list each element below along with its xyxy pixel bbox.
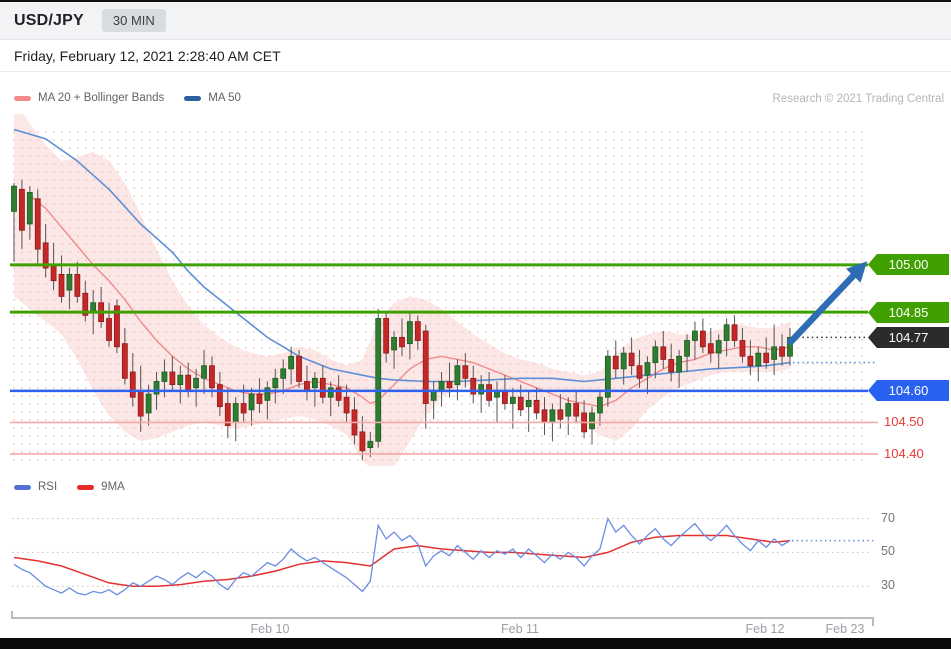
price-label-104-85: 104.85 (868, 302, 949, 323)
legend-swatch (77, 484, 95, 490)
x-axis-label-feb-12: Feb 12 (745, 622, 785, 636)
rsi-gridlines (12, 517, 872, 587)
rsi-tick-50: 50 (881, 544, 895, 558)
indicator-legend: RSI 9MA (14, 481, 125, 493)
rsi-tick-70: 70 (881, 511, 895, 525)
x-axis-label-feb-10: Feb 10 (250, 622, 290, 636)
bollinger-band-area (14, 114, 790, 466)
price-label-104-40: 104.40 (884, 446, 924, 461)
legend-label: 9MA (101, 481, 125, 493)
legend-item-9ma: 9MA (77, 481, 125, 493)
x-axis-label-feb-11: Feb 11 (501, 622, 539, 636)
legend-item-rsi: RSI (14, 481, 57, 493)
trading-central-chart-widget: USD/JPY 30 MIN Friday, February 12, 2021… (0, 0, 951, 649)
price-label-105-00: 105.00 (868, 254, 949, 275)
x-axis-label-feb-23: Feb 23 (825, 622, 865, 636)
forecast-axis-bracket (11, 611, 874, 626)
price-label-104-60: 104.60 (868, 380, 949, 401)
forecast-up-arrow (786, 261, 868, 346)
chart-canvas (10, 114, 878, 626)
rsi-tick-30: 30 (881, 578, 895, 592)
legend-swatch (14, 484, 31, 490)
rsi-line (13, 516, 791, 596)
bottom-bar (0, 638, 951, 649)
price-label-104-50: 104.50 (884, 414, 924, 429)
price-label-104-77: 104.77 (868, 327, 949, 348)
legend-label: RSI (38, 481, 58, 493)
